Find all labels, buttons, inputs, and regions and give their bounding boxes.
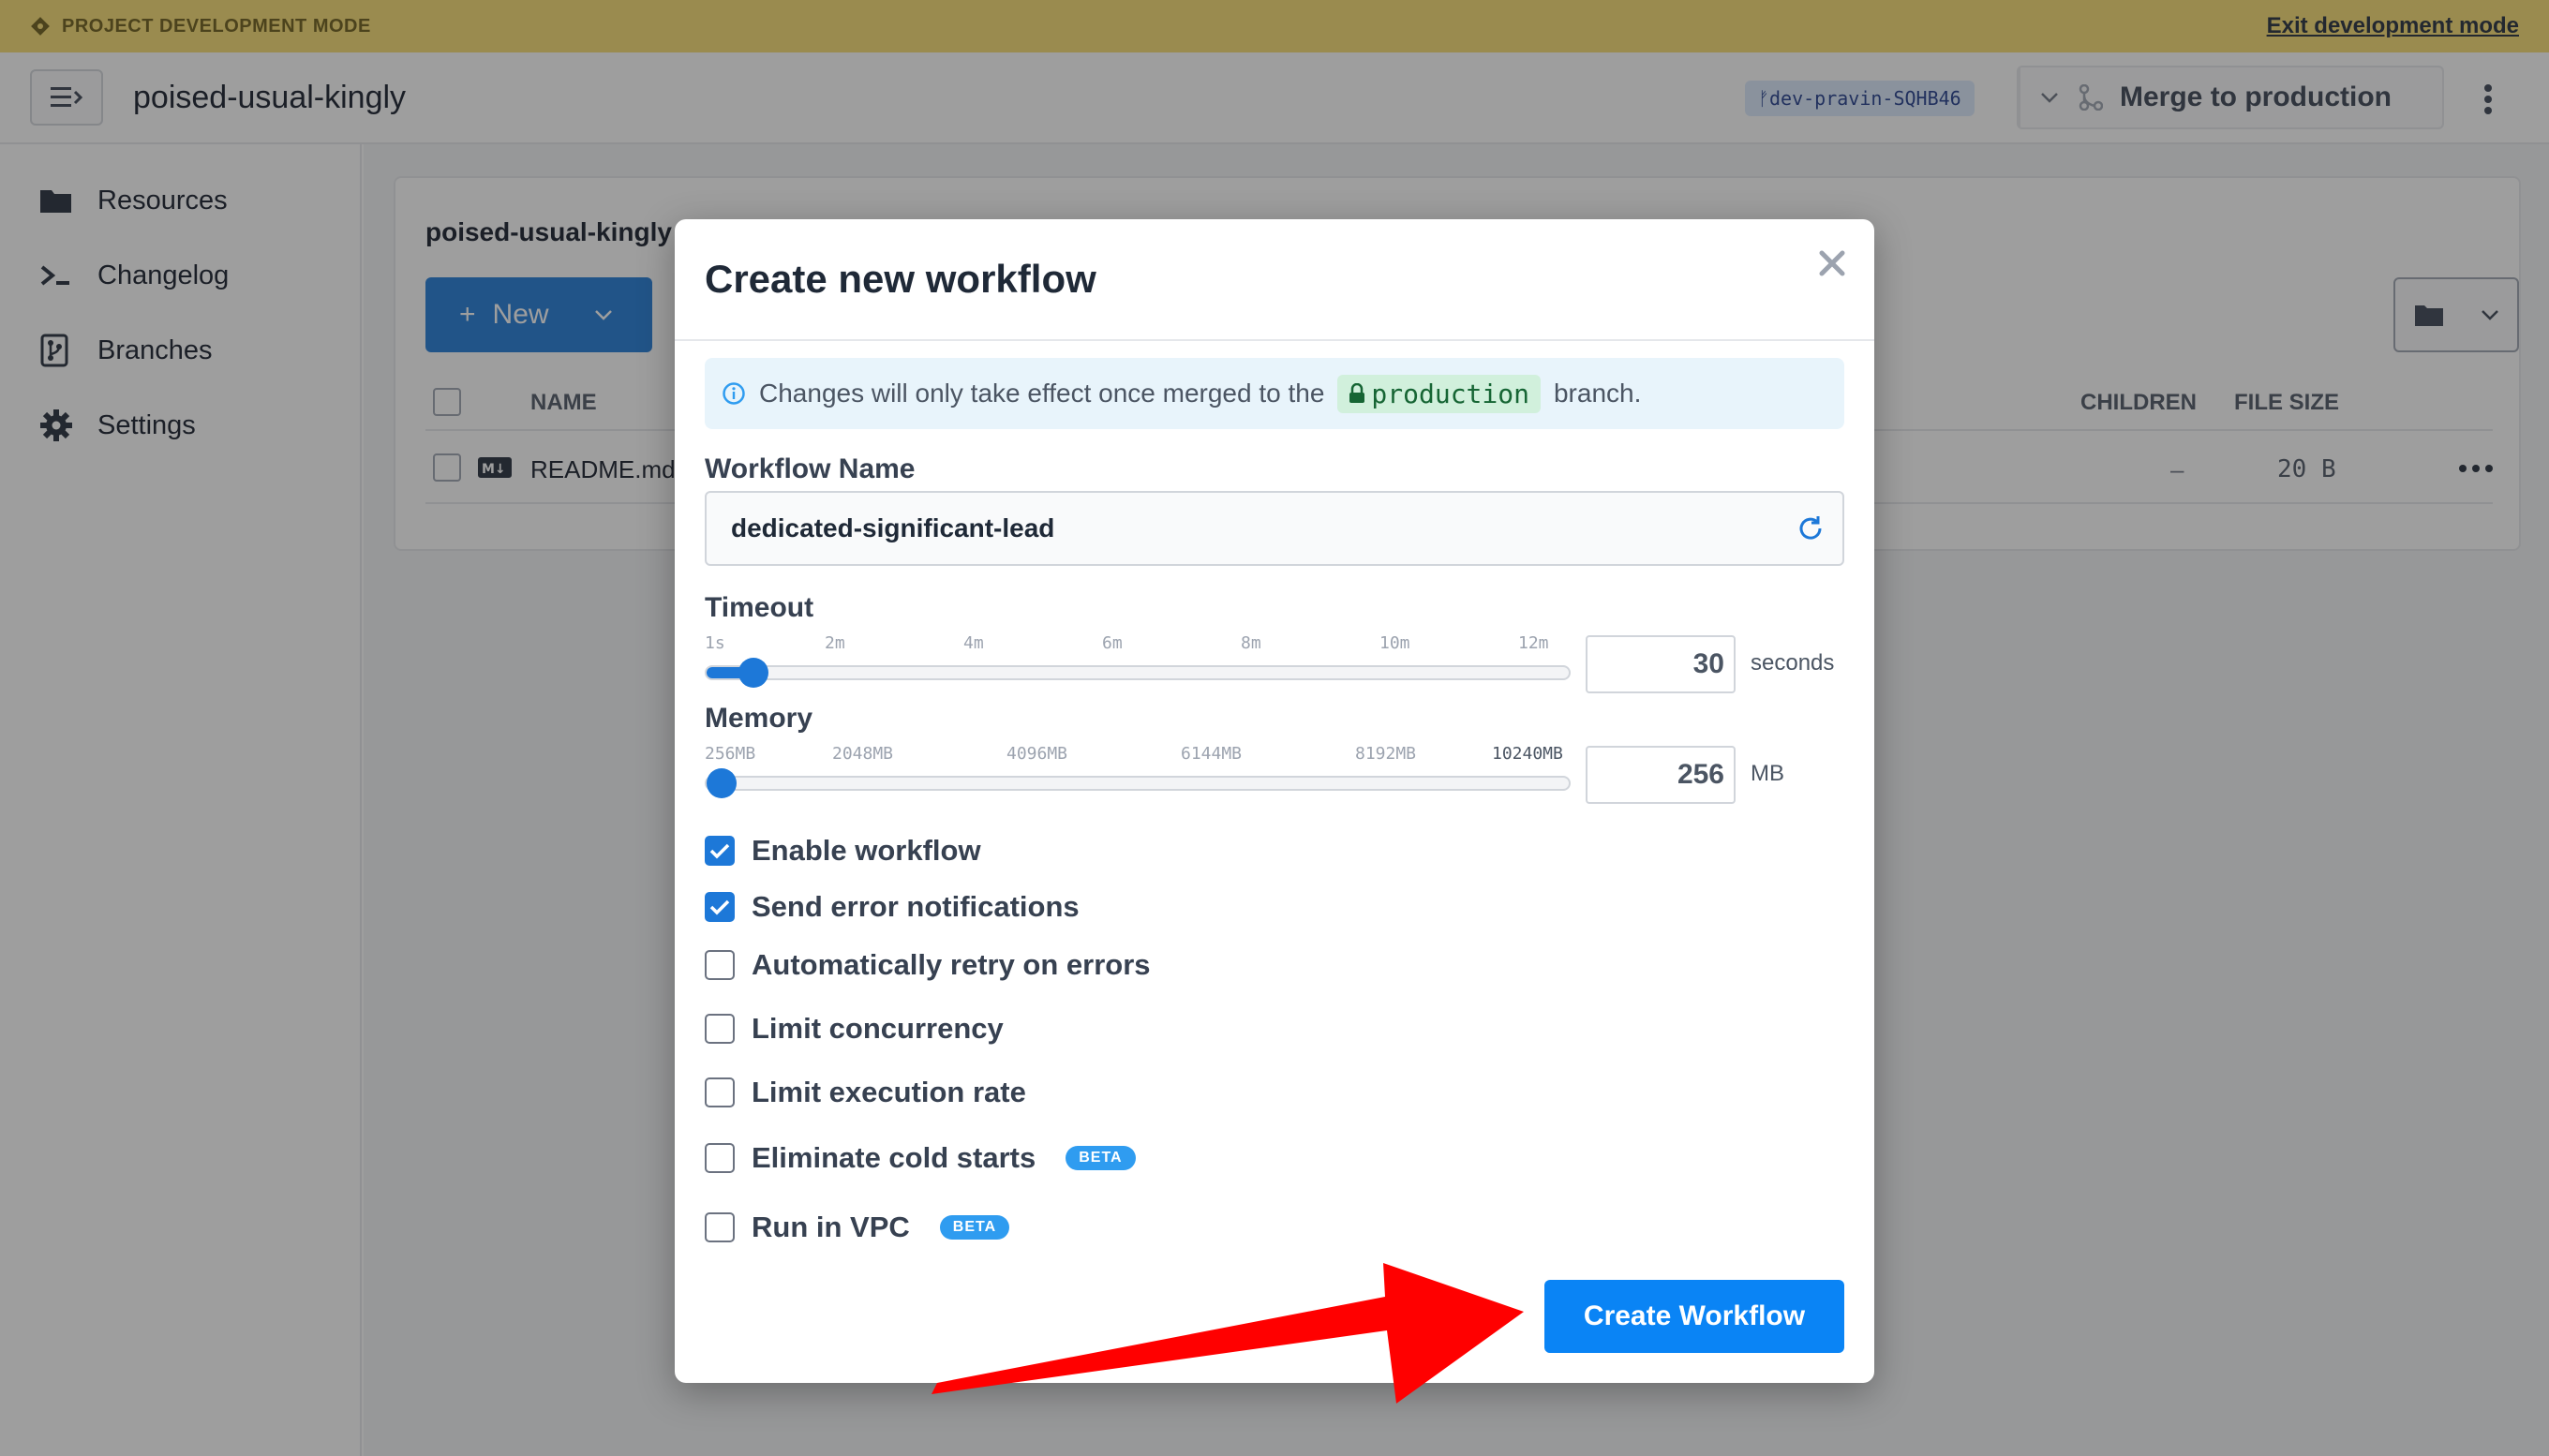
option-label: Limit execution rate [752, 1076, 1026, 1108]
timeout-ticks: 1s 2m 4m 6m 8m 10m 12m [705, 633, 1571, 656]
option-limit-concurrency[interactable]: Limit concurrency [705, 1012, 1004, 1046]
memory-tick: 8192MB [1355, 744, 1417, 764]
production-branch-name: production [1371, 378, 1529, 409]
memory-tick: 2048MB [832, 744, 894, 764]
timeout-slider[interactable] [705, 658, 1571, 688]
option-eliminate-cold-starts[interactable]: Eliminate cold starts BETA [705, 1141, 1136, 1175]
timeout-tick: 4m [963, 633, 984, 653]
info-icon [723, 382, 745, 405]
checkmark-icon [709, 843, 730, 859]
checkbox[interactable] [705, 1014, 735, 1044]
timeout-input[interactable]: 30 [1586, 635, 1736, 693]
option-label: Run in VPC [752, 1211, 910, 1243]
info-text-prefix: Changes will only take effect once merge… [759, 379, 1325, 408]
workflow-name-input[interactable]: dedicated-significant-lead [705, 491, 1844, 566]
checkbox[interactable] [705, 836, 735, 866]
memory-input[interactable]: 256 [1586, 746, 1736, 804]
workflow-name-value: dedicated-significant-lead [731, 513, 1055, 542]
memory-tick: 256MB [705, 744, 756, 764]
option-label: Enable workflow [752, 834, 981, 867]
timeout-tick: 10m [1379, 633, 1410, 653]
option-label: Eliminate cold starts [752, 1141, 1036, 1174]
memory-ticks: 256MB 2048MB 4096MB 6144MB 8192MB 10240M… [705, 744, 1571, 766]
create-workflow-dialog: Create new workflow Changes will only ta… [675, 219, 1874, 1383]
refresh-icon[interactable] [1796, 513, 1826, 543]
beta-badge: BETA [939, 1215, 1010, 1240]
timeout-tick: 6m [1102, 633, 1123, 653]
timeout-unit: seconds [1751, 650, 1835, 676]
option-label: Send error notifications [752, 890, 1080, 923]
memory-slider[interactable] [705, 768, 1571, 798]
workflow-name-label: Workflow Name [705, 453, 916, 484]
production-branch-chip: production [1337, 374, 1541, 413]
checkbox[interactable] [705, 1143, 735, 1173]
checkbox[interactable] [705, 950, 735, 980]
lock-icon [1349, 383, 1365, 403]
memory-slider-handle[interactable] [707, 768, 737, 798]
timeout-tick: 1s [705, 633, 725, 653]
option-label: Limit concurrency [752, 1012, 1004, 1045]
memory-tick: 6144MB [1181, 744, 1243, 764]
memory-label: Memory [705, 703, 813, 734]
checkbox[interactable] [705, 1077, 735, 1107]
timeout-slider-handle[interactable] [738, 658, 768, 688]
checkbox[interactable] [705, 1212, 735, 1242]
divider [675, 339, 1874, 341]
memory-unit: MB [1751, 761, 1784, 786]
timeout-tick: 12m [1518, 633, 1549, 653]
beta-badge: BETA [1066, 1146, 1136, 1170]
close-icon[interactable] [1814, 245, 1850, 281]
info-banner: Changes will only take effect once merge… [705, 358, 1844, 429]
option-send-error-notifications[interactable]: Send error notifications [705, 890, 1080, 924]
create-workflow-button[interactable]: Create Workflow [1544, 1280, 1844, 1353]
info-text-suffix: branch. [1553, 379, 1642, 408]
option-run-in-vpc[interactable]: Run in VPC BETA [705, 1211, 1010, 1244]
option-enable-workflow[interactable]: Enable workflow [705, 834, 981, 868]
option-limit-execution-rate[interactable]: Limit execution rate [705, 1076, 1026, 1109]
option-auto-retry[interactable]: Automatically retry on errors [705, 948, 1151, 982]
memory-tick: 4096MB [1006, 744, 1068, 764]
checkmark-icon [709, 899, 730, 915]
option-label: Automatically retry on errors [752, 948, 1151, 981]
timeout-tick: 2m [825, 633, 845, 653]
timeout-tick: 8m [1241, 633, 1261, 653]
checkbox[interactable] [705, 892, 735, 922]
timeout-label: Timeout [705, 592, 814, 623]
memory-tick: 10240MB [1492, 744, 1563, 764]
dialog-title: Create new workflow [705, 257, 1096, 301]
